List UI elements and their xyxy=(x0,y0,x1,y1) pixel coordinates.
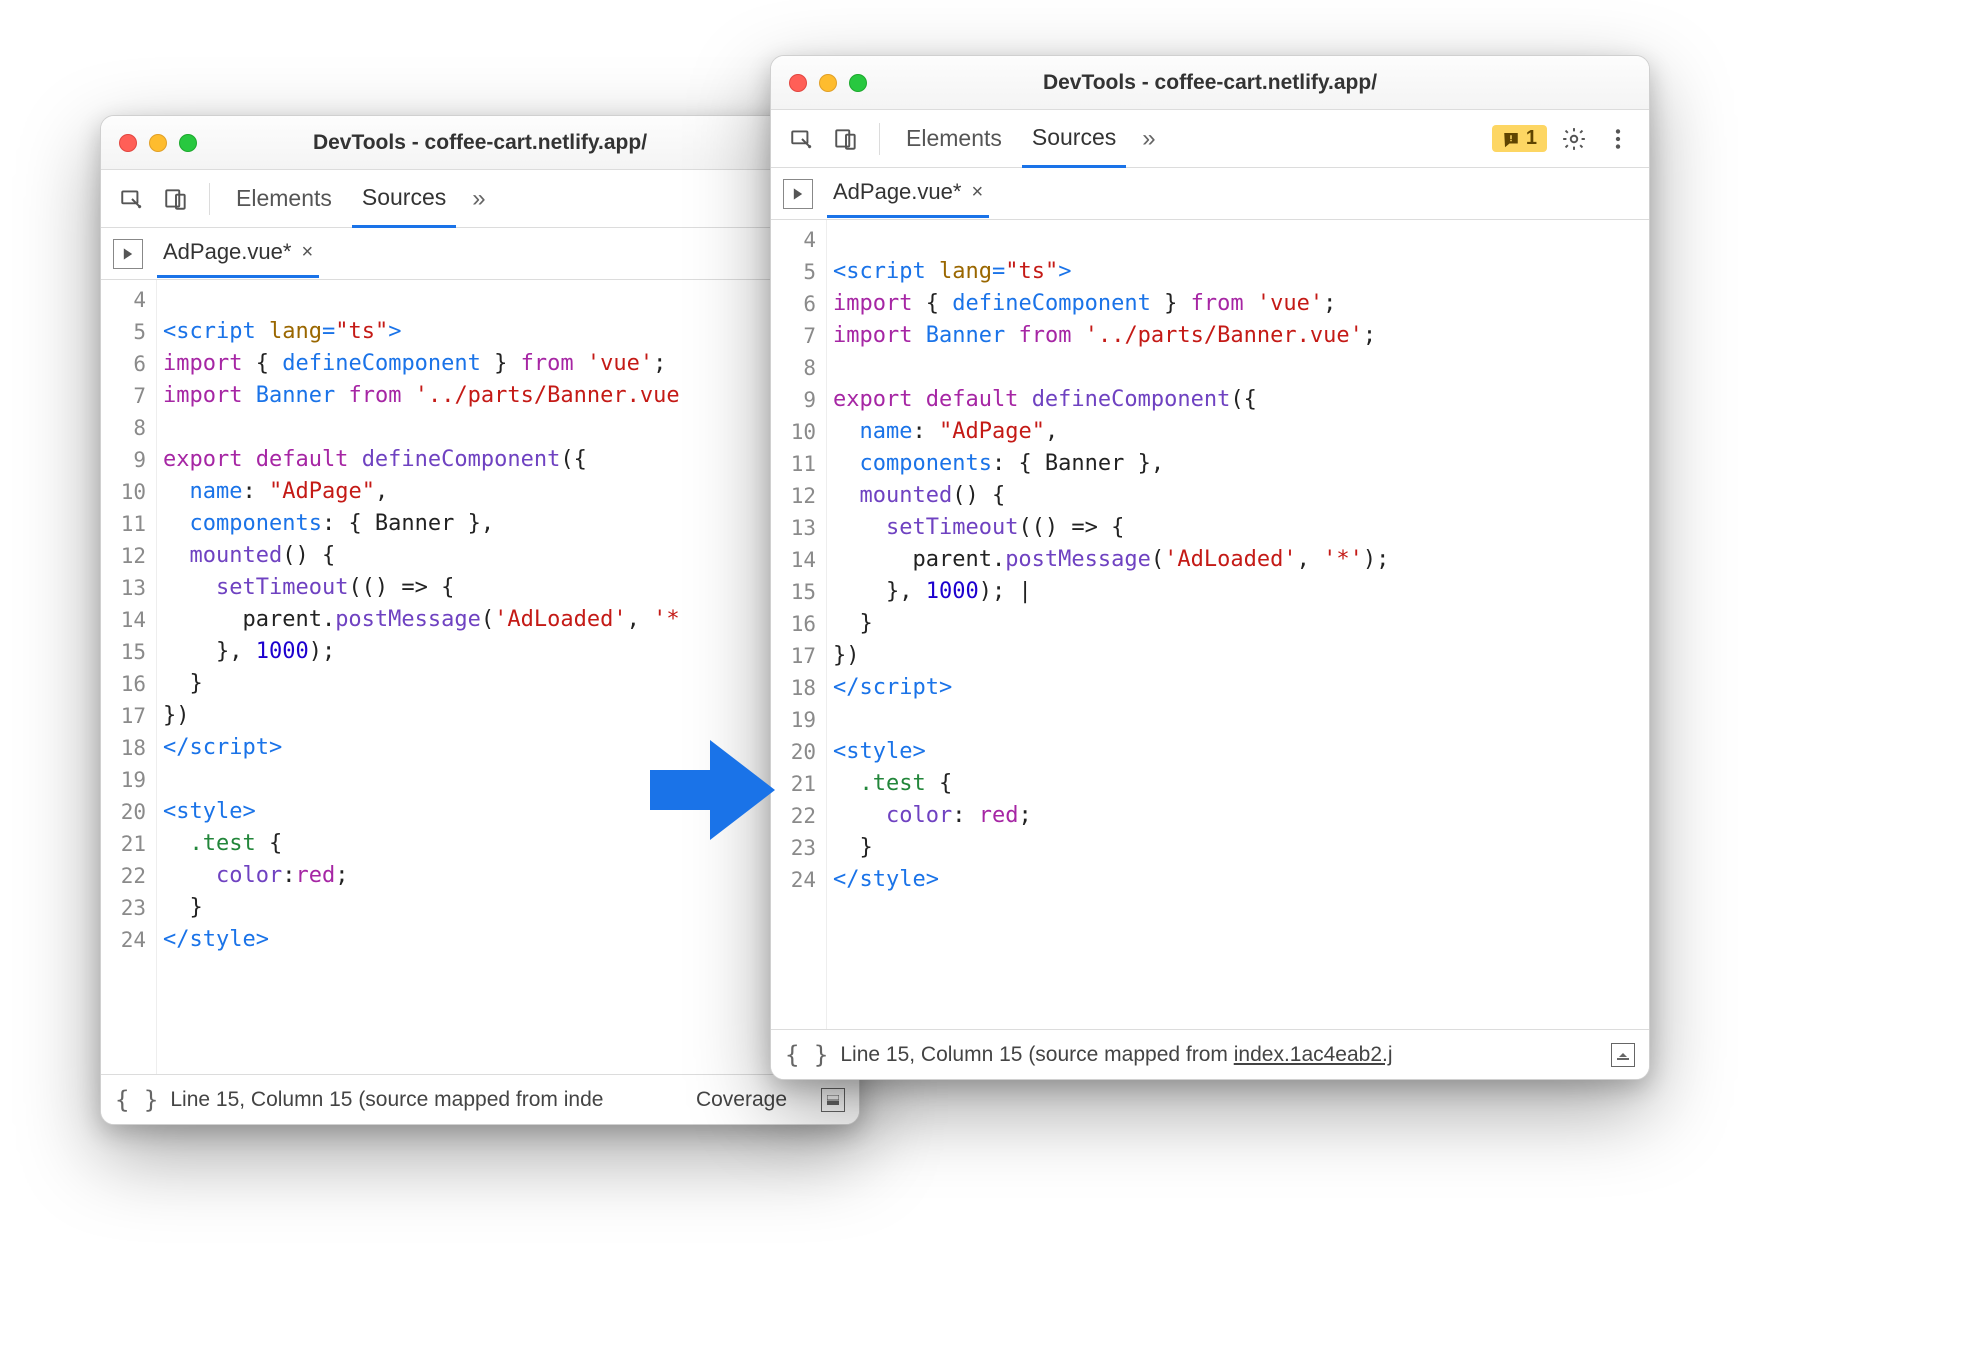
more-tabs-icon[interactable]: » xyxy=(466,185,491,213)
gutter: 456789101112131415161718192021222324 xyxy=(101,280,157,1074)
file-tab-label: AdPage.vue* xyxy=(833,179,961,205)
devtools-toolbar: Elements Sources » 1 xyxy=(771,110,1649,168)
file-tab-label: AdPage.vue* xyxy=(163,239,291,265)
devtools-window-right: DevTools - coffee-cart.netlify.app/ Elem… xyxy=(770,55,1650,1080)
drawer-toggle-icon[interactable] xyxy=(1611,1043,1635,1067)
file-tabs: AdPage.vue* × xyxy=(101,228,859,280)
traffic-lights xyxy=(789,74,867,92)
device-toggle-icon[interactable] xyxy=(829,122,863,156)
warning-count: 1 xyxy=(1526,127,1537,150)
source-map-link[interactable]: index.1ac4eab2.j xyxy=(1234,1043,1393,1066)
editor-left[interactable]: 456789101112131415161718192021222324 <sc… xyxy=(101,280,859,1074)
navigator-toggle-icon[interactable] xyxy=(113,239,143,269)
statusbar: { } Line 15, Column 15 (source mapped fr… xyxy=(771,1029,1649,1079)
gutter: 456789101112131415161718192021222324 xyxy=(771,220,827,1029)
maximize-icon[interactable] xyxy=(179,134,197,152)
warning-badge[interactable]: 1 xyxy=(1492,125,1547,152)
settings-icon[interactable] xyxy=(1557,122,1591,156)
tab-elements[interactable]: Elements xyxy=(896,111,1012,166)
drawer-toggle-icon[interactable] xyxy=(821,1088,845,1112)
kebab-menu-icon[interactable] xyxy=(1601,122,1635,156)
window-title: DevTools - coffee-cart.netlify.app/ xyxy=(313,131,647,155)
close-icon[interactable]: × xyxy=(301,241,313,264)
tab-elements[interactable]: Elements xyxy=(226,171,342,226)
titlebar: DevTools - coffee-cart.netlify.app/ xyxy=(101,116,859,170)
code-area[interactable]: <script lang="ts">import { defineCompone… xyxy=(157,280,859,1074)
close-icon[interactable] xyxy=(119,134,137,152)
file-tabs: AdPage.vue* × xyxy=(771,168,1649,220)
cursor-position: Line 15, Column 15 (source mapped from i… xyxy=(840,1043,1392,1067)
navigator-toggle-icon[interactable] xyxy=(783,179,813,209)
close-icon[interactable]: × xyxy=(971,181,983,204)
pretty-print-icon[interactable]: { } xyxy=(115,1086,158,1114)
editor-right[interactable]: 456789101112131415161718192021222324 <sc… xyxy=(771,220,1649,1029)
tab-sources[interactable]: Sources xyxy=(352,170,456,228)
maximize-icon[interactable] xyxy=(849,74,867,92)
device-toggle-icon[interactable] xyxy=(159,182,193,216)
file-tab-adpage[interactable]: AdPage.vue* × xyxy=(157,229,319,278)
code-area[interactable]: <script lang="ts">import { defineCompone… xyxy=(827,220,1649,1029)
inspect-icon[interactable] xyxy=(785,122,819,156)
pretty-print-icon[interactable]: { } xyxy=(785,1041,828,1069)
cursor-position: Line 15, Column 15 (source mapped from i… xyxy=(170,1088,603,1112)
traffic-lights xyxy=(119,134,197,152)
statusbar: { } Line 15, Column 15 (source mapped fr… xyxy=(101,1074,859,1124)
window-title: DevTools - coffee-cart.netlify.app/ xyxy=(1043,71,1377,95)
inspect-icon[interactable] xyxy=(115,182,149,216)
close-icon[interactable] xyxy=(789,74,807,92)
file-tab-adpage[interactable]: AdPage.vue* × xyxy=(827,169,989,218)
titlebar: DevTools - coffee-cart.netlify.app/ xyxy=(771,56,1649,110)
more-tabs-icon[interactable]: » xyxy=(1136,125,1161,153)
coverage-label[interactable]: Coverage xyxy=(696,1088,787,1112)
devtools-toolbar: Elements Sources » xyxy=(101,170,859,228)
tab-sources[interactable]: Sources xyxy=(1022,110,1126,168)
minimize-icon[interactable] xyxy=(819,74,837,92)
minimize-icon[interactable] xyxy=(149,134,167,152)
arrow-icon xyxy=(640,730,780,850)
devtools-window-left: DevTools - coffee-cart.netlify.app/ Elem… xyxy=(100,115,860,1125)
